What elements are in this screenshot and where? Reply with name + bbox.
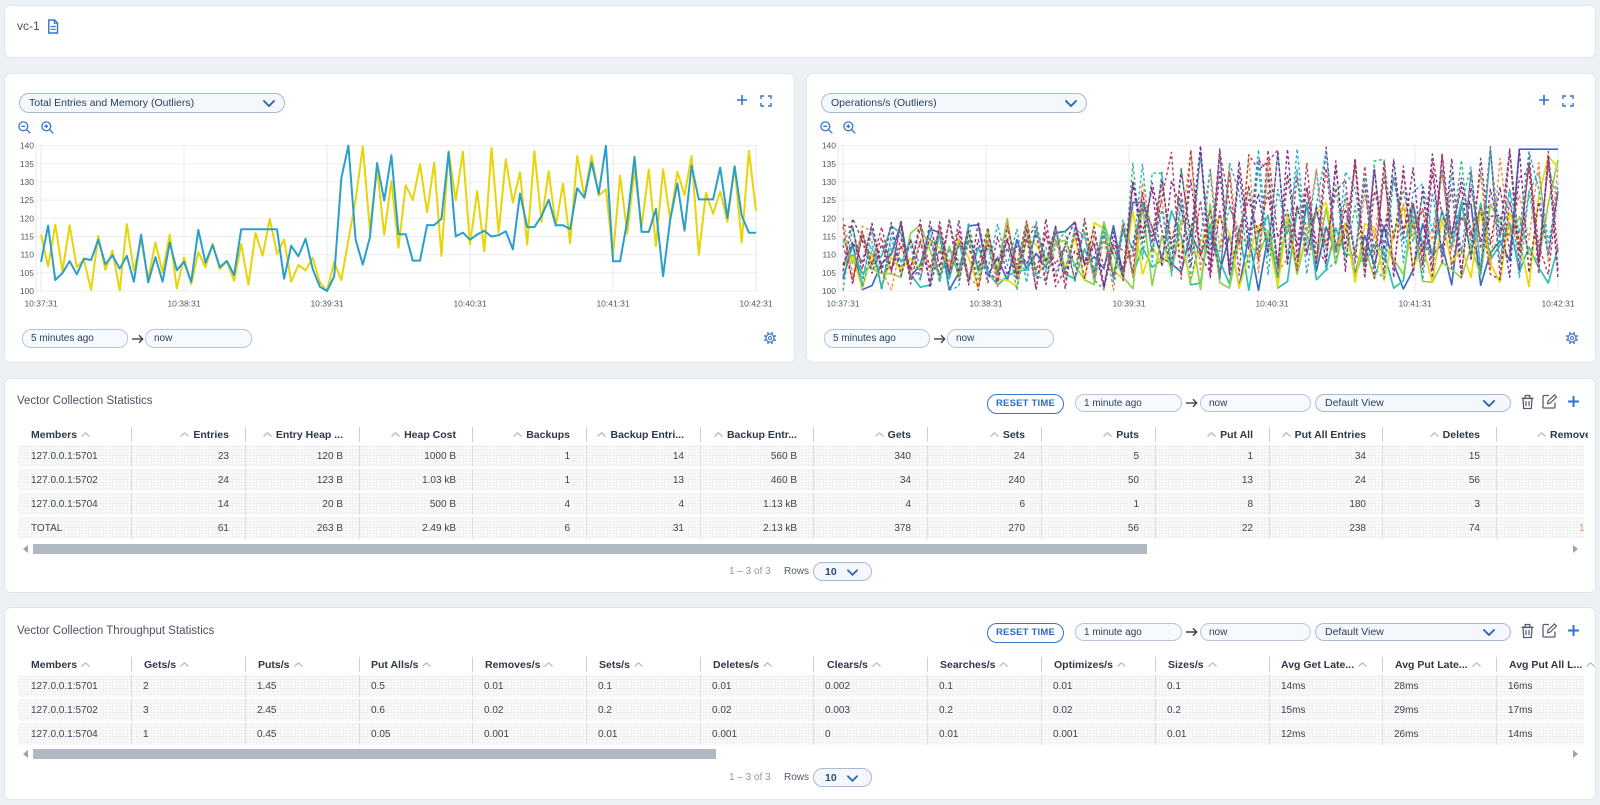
svg-text:10:38:31: 10:38:31 [969, 299, 1002, 309]
svg-text:110: 110 [822, 250, 836, 260]
svg-text:10:38:31: 10:38:31 [167, 299, 200, 309]
svg-text:10:41:31: 10:41:31 [596, 299, 629, 309]
svg-text:125: 125 [20, 195, 34, 205]
svg-text:110: 110 [20, 250, 34, 260]
svg-text:135: 135 [822, 159, 836, 169]
svg-text:120: 120 [822, 213, 836, 223]
svg-text:10:37:31: 10:37:31 [826, 299, 859, 309]
svg-text:10:37:31: 10:37:31 [24, 299, 57, 309]
svg-text:10:39:31: 10:39:31 [1112, 299, 1145, 309]
svg-text:105: 105 [822, 268, 836, 278]
svg-text:130: 130 [822, 177, 836, 187]
svg-text:10:39:31: 10:39:31 [310, 299, 343, 309]
svg-text:10:41:31: 10:41:31 [1398, 299, 1431, 309]
svg-text:100: 100 [822, 286, 836, 296]
svg-text:135: 135 [20, 159, 34, 169]
svg-text:10:40:31: 10:40:31 [1255, 299, 1288, 309]
svg-text:10:42:31: 10:42:31 [739, 299, 772, 309]
svg-text:130: 130 [20, 177, 34, 187]
svg-text:140: 140 [822, 141, 836, 151]
svg-text:10:42:31: 10:42:31 [1541, 299, 1574, 309]
svg-text:125: 125 [822, 195, 836, 205]
svg-text:10:40:31: 10:40:31 [453, 299, 486, 309]
svg-text:105: 105 [20, 268, 34, 278]
svg-text:115: 115 [20, 232, 34, 242]
svg-text:100: 100 [20, 286, 34, 296]
svg-text:115: 115 [822, 232, 836, 242]
svg-text:140: 140 [20, 141, 34, 151]
svg-text:120: 120 [20, 213, 34, 223]
